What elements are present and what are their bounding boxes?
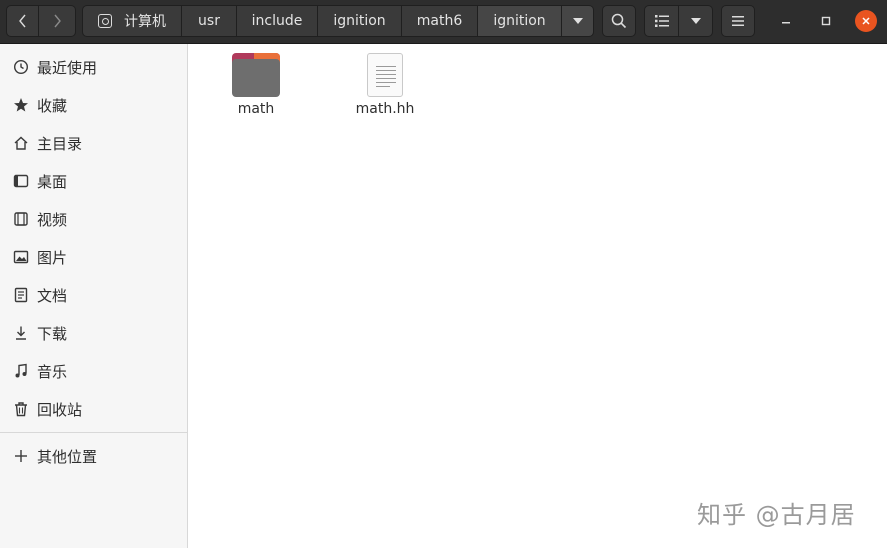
chevron-right-icon (54, 14, 61, 28)
path-dropdown-button[interactable] (562, 5, 594, 37)
menu-button[interactable] (721, 5, 755, 37)
sidebar-item-documents[interactable]: 文档 (0, 277, 187, 313)
sidebar-item-home[interactable]: 主目录 (0, 125, 187, 161)
crumb-label: usr (198, 13, 220, 29)
text-file-icon (367, 53, 403, 97)
star-icon (11, 97, 31, 113)
triangle-down-icon (572, 18, 583, 24)
list-view-button[interactable] (644, 5, 679, 37)
sidebar-item-starred[interactable]: 收藏 (0, 87, 187, 123)
file-manager-window: 计算机 usr include ignition math6 ignition (0, 0, 887, 548)
file-name: math (237, 101, 275, 117)
sidebar-item-label: 其他位置 (37, 447, 98, 466)
chevron-left-icon (18, 14, 26, 28)
crumb-include[interactable]: include (237, 5, 318, 37)
video-icon (11, 211, 31, 227)
forward-button[interactable] (39, 5, 76, 37)
back-button[interactable] (6, 5, 39, 37)
close-button[interactable] (855, 10, 877, 32)
sidebar-item-other-locations[interactable]: 其他位置 (0, 438, 187, 474)
sidebar-item-label: 收藏 (37, 96, 68, 115)
crumb-computer[interactable]: 计算机 (82, 5, 182, 37)
sidebar-item-label: 下载 (37, 324, 68, 343)
file-name: math.hh (355, 101, 415, 117)
sidebar-item-trash[interactable]: 回收站 (0, 391, 187, 427)
search-button[interactable] (602, 5, 636, 37)
crumb-label: ignition (333, 13, 386, 29)
crumb-label: 计算机 (124, 14, 166, 30)
header-bar: 计算机 usr include ignition math6 ignition (0, 0, 887, 44)
drive-icon (98, 14, 112, 28)
desktop-icon (11, 173, 31, 189)
crumb-label: math6 (416, 13, 463, 29)
minimize-button[interactable] (775, 10, 797, 32)
crumb-label: include (251, 13, 303, 29)
sidebar-item-music[interactable]: 音乐 (0, 353, 187, 389)
home-icon (11, 135, 31, 151)
crumb-ignition[interactable]: ignition (318, 5, 402, 37)
maximize-icon (821, 16, 831, 26)
minimize-icon (782, 22, 790, 24)
sidebar-item-label: 桌面 (37, 172, 68, 191)
path-bar: 计算机 usr include ignition math6 ignition (82, 5, 594, 37)
sidebar-item-label: 主目录 (37, 134, 83, 153)
file-item-math[interactable]: math (211, 53, 301, 117)
sidebar-separator (0, 432, 187, 433)
sidebar-item-recent[interactable]: 最近使用 (0, 49, 187, 85)
sidebar-item-label: 最近使用 (37, 58, 98, 77)
list-view-icon (654, 15, 669, 27)
view-options-button[interactable] (679, 5, 713, 37)
sidebar-item-desktop[interactable]: 桌面 (0, 163, 187, 199)
crumb-ignition-current[interactable]: ignition (478, 5, 562, 37)
hamburger-icon (732, 16, 744, 26)
music-icon (11, 363, 31, 379)
trash-icon (11, 401, 31, 417)
crumb-label: ignition (493, 13, 546, 29)
plus-icon (11, 448, 31, 464)
close-icon (862, 17, 870, 25)
sidebar-item-label: 视频 (37, 210, 68, 229)
sidebar-item-label: 文档 (37, 286, 68, 305)
crumb-usr[interactable]: usr (182, 5, 237, 37)
watermark: 知乎 @古月居 (697, 501, 856, 529)
search-icon (611, 13, 627, 29)
download-icon (11, 325, 31, 341)
folder-icon (232, 53, 280, 97)
sidebar-item-downloads[interactable]: 下载 (0, 315, 187, 351)
crumb-math6[interactable]: math6 (402, 5, 478, 37)
clock-icon (11, 59, 31, 75)
sidebar-item-label: 图片 (37, 248, 68, 267)
triangle-down-icon (690, 18, 701, 24)
sidebar-item-pictures[interactable]: 图片 (0, 239, 187, 275)
document-icon (11, 287, 31, 303)
sidebar: 最近使用 收藏 主目录 桌面 视频 图片 文档 下载 音乐 回收站 其他位置 (0, 44, 188, 548)
maximize-button[interactable] (815, 10, 837, 32)
sidebar-item-videos[interactable]: 视频 (0, 201, 187, 237)
sidebar-item-label: 音乐 (37, 362, 68, 381)
file-item-math-hh[interactable]: math.hh (340, 53, 430, 117)
file-view: math math.hh (189, 44, 887, 548)
image-icon (11, 249, 31, 265)
sidebar-item-label: 回收站 (37, 400, 83, 419)
